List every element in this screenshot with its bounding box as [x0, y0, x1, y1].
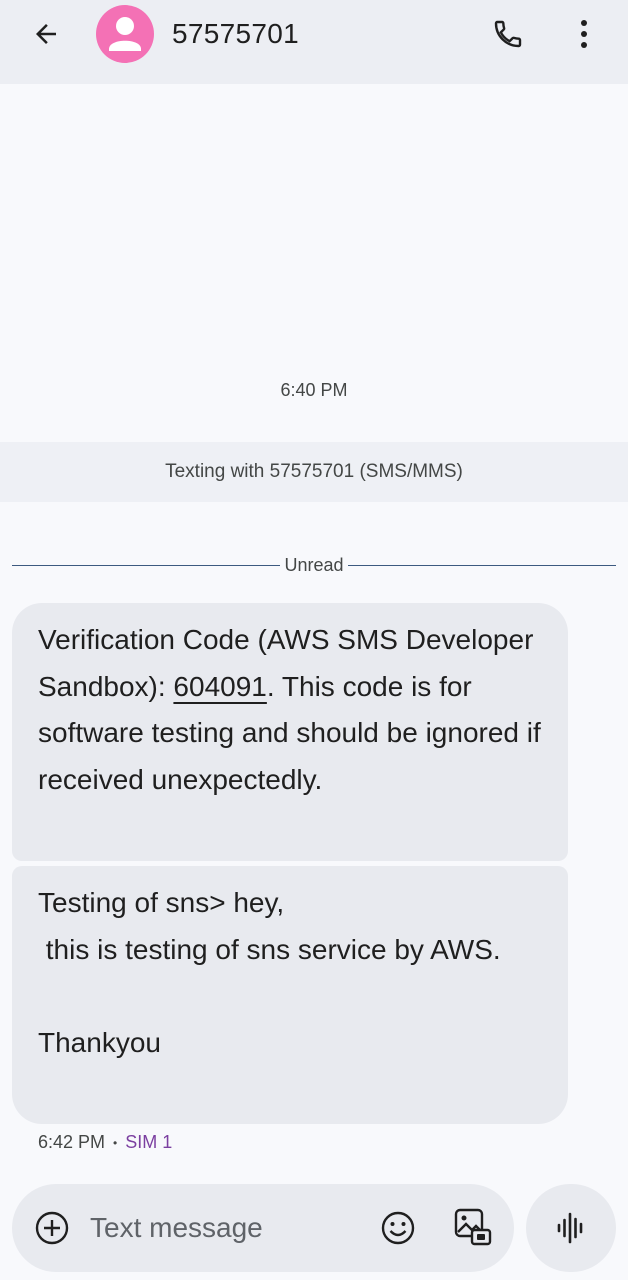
app-bar: 57575701 [0, 0, 628, 84]
voice-message-button[interactable] [526, 1184, 616, 1272]
conversation-timestamp: 6:40 PM [280, 380, 348, 400]
texting-with-banner: Texting with 57575701 (SMS/MMS) [0, 442, 628, 502]
text-message-input[interactable]: Text message [90, 1210, 263, 1246]
emoji-icon [381, 1211, 415, 1245]
more-options-button[interactable] [562, 12, 606, 56]
message-time: 6:42 PM [38, 1132, 106, 1152]
message-meta: 6:42 PM • SIM 1 [38, 1132, 172, 1153]
divider-line-left [12, 564, 281, 566]
emoji-button[interactable] [378, 1208, 418, 1248]
avatar-person-icon [109, 17, 141, 51]
unread-label: Unread [284, 554, 344, 575]
sim-label: SIM 1 [125, 1132, 173, 1152]
back-arrow-icon [36, 24, 56, 44]
gallery-icon [454, 1208, 492, 1246]
call-button[interactable] [486, 12, 530, 56]
add-attachment-button[interactable] [34, 1210, 70, 1246]
unread-divider: Unread [12, 552, 617, 578]
verification-code-link[interactable]: 604091 [173, 671, 266, 702]
gallery-button[interactable] [452, 1206, 494, 1248]
message-composer[interactable]: Text message [12, 1184, 514, 1272]
contact-name[interactable]: 57575701 [172, 16, 299, 52]
add-icon [35, 1211, 69, 1245]
message-bubble[interactable]: Testing of sns> hey, this is testing of … [12, 866, 568, 1124]
phone-icon [494, 20, 522, 48]
back-button[interactable] [24, 14, 68, 54]
more-vert-icon [581, 20, 587, 48]
meta-separator: • [113, 1135, 118, 1150]
voice-waveform-icon [557, 1212, 583, 1244]
divider-line-right [347, 564, 617, 566]
avatar[interactable] [96, 5, 154, 63]
message-bubble[interactable]: Verification Code (AWS SMS Developer San… [12, 603, 568, 861]
message-text: Testing of sns> hey, this is testing of … [38, 887, 501, 1058]
